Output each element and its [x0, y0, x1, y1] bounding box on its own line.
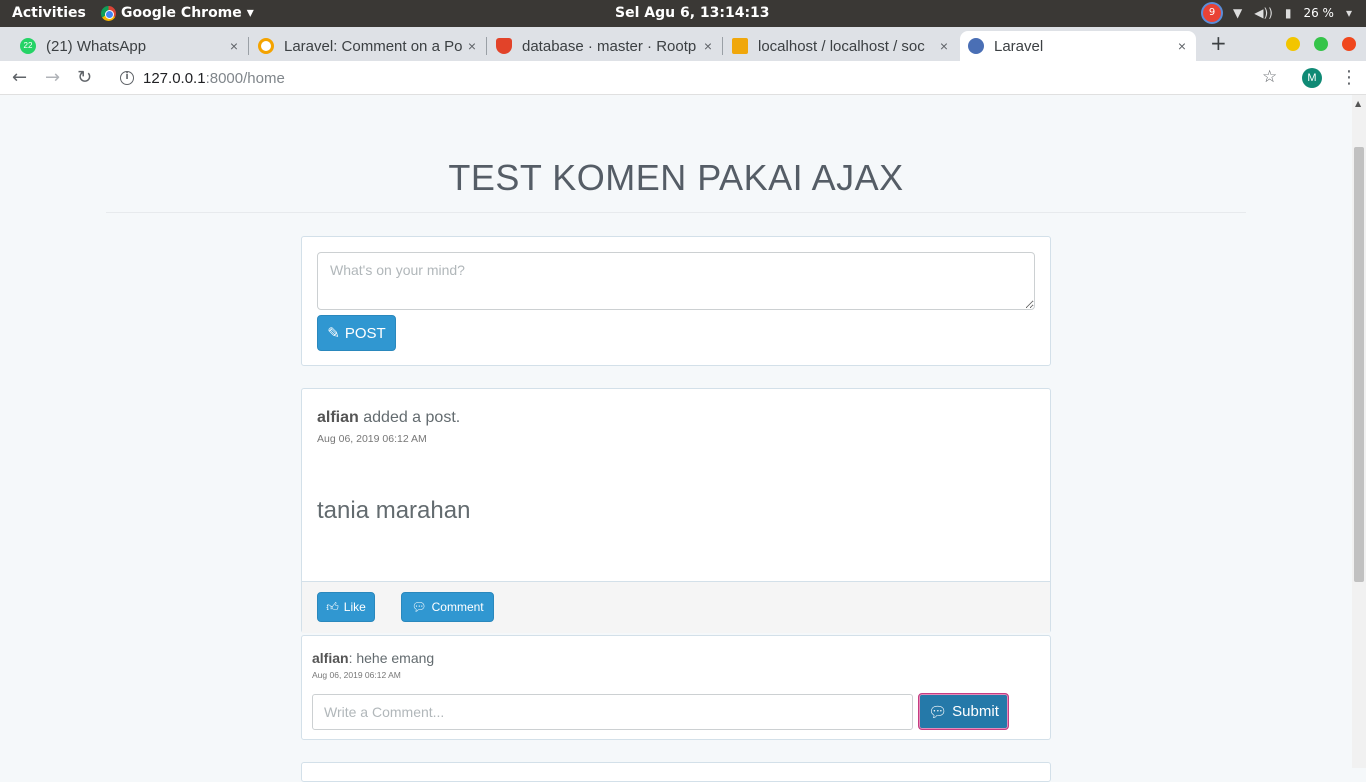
like-button[interactable]: 👍︎ Like [317, 592, 375, 622]
notification-badge[interactable]: 9 [1203, 4, 1222, 22]
activities-button[interactable]: Activities [12, 5, 86, 21]
chevron-down-icon: ▾ [1345, 6, 1352, 20]
whatsapp-icon: 22 [20, 38, 36, 54]
maximize-button[interactable] [1314, 37, 1328, 51]
post-author[interactable]: alfian [317, 409, 359, 426]
tab-title: (21) WhatsApp [46, 37, 147, 55]
tab-title: Laravel: Comment on a Po [284, 37, 463, 55]
post-body: tania marahan [317, 497, 471, 524]
page-title: TEST KOMEN PAKAI AJAX [448, 157, 904, 198]
browser-toolbar: ← → ↻ i 127.0.0.1 :8000/home ☆ M ⋮ [0, 61, 1366, 95]
comment-text: : hehe emang [348, 650, 435, 666]
tab-strip: 22 (21) WhatsApp × Laravel: Comment on a… [0, 27, 1366, 61]
laracasts-icon [258, 38, 274, 54]
tab-title: localhost / localhost / soc [758, 37, 925, 55]
bookmark-star-icon[interactable]: ☆ [1262, 67, 1277, 87]
new-tab-icon[interactable]: + [1210, 31, 1227, 55]
comment-timestamp: Aug 06, 2019 06:12 AM [312, 670, 401, 680]
tab-laracasts[interactable]: Laravel: Comment on a Po × [250, 31, 487, 61]
post-action: added a post. [358, 409, 461, 426]
post-timestamp: Aug 06, 2019 06:12 AM [317, 433, 427, 445]
post-button[interactable]: ✎ POST [317, 315, 396, 351]
comment-input[interactable] [312, 694, 913, 730]
post-card: alfian added a post. Aug 06, 2019 06:12 … [301, 388, 1051, 633]
system-tray[interactable]: 9 ▼ ◀)) ▮ 26 % ▾ [1203, 4, 1352, 22]
comment-bubble-icon: 💬︎ [928, 702, 948, 721]
gitlab-icon [496, 38, 512, 54]
url-host: 127.0.0.1 [143, 69, 206, 87]
address-bar[interactable]: i 127.0.0.1 :8000/home [108, 64, 1288, 92]
submit-button-label: Submit [952, 703, 999, 720]
next-post-card [301, 762, 1051, 782]
close-icon[interactable]: × [464, 38, 480, 54]
comments-icon: 💬︎ [411, 600, 427, 614]
chevron-down-icon: ▾ [246, 5, 254, 21]
battery-icon: ▮ [1284, 6, 1292, 20]
post-header: alfian added a post. [317, 409, 460, 427]
profile-avatar[interactable]: M [1302, 68, 1322, 88]
wifi-icon: ▼ [1233, 6, 1243, 20]
comment-panel: alfian: hehe emang Aug 06, 2019 06:12 AM… [301, 635, 1051, 740]
edit-icon: ✎ [327, 324, 340, 342]
forward-arrow-icon[interactable]: → [45, 67, 60, 88]
url-path: :8000/home [205, 69, 285, 87]
thumbs-up-icon: 👍︎ [326, 599, 339, 614]
app-menu-label: Google Chrome [121, 5, 242, 21]
minimize-button[interactable] [1286, 37, 1300, 51]
post-button-label: POST [344, 324, 386, 342]
scroll-up-icon[interactable]: ▲ [1355, 99, 1361, 108]
system-top-bar: Activities Google Chrome ▾ Sel Agu 6, 13… [0, 0, 1366, 27]
reload-icon[interactable]: ↻ [77, 67, 92, 88]
close-icon[interactable]: × [1174, 38, 1190, 54]
tab-laravel[interactable]: Laravel × [960, 31, 1196, 61]
tab-whatsapp[interactable]: 22 (21) WhatsApp × [12, 31, 249, 61]
chrome-icon [101, 5, 116, 21]
comment-button-label: Comment [431, 600, 484, 614]
tab-title: Laravel [994, 37, 1044, 55]
clock[interactable]: Sel Agu 6, 13:14:13 [615, 5, 770, 21]
close-window-button[interactable] [1342, 37, 1356, 51]
like-button-label: Like [343, 600, 366, 614]
user-avatar-icon [968, 38, 984, 54]
page-scrollbar[interactable]: ▲ [1352, 95, 1366, 768]
compose-panel: ✎ POST [301, 236, 1051, 366]
page-content: TEST KOMEN PAKAI AJAX ✎ POST alfian adde… [0, 95, 1352, 782]
scrollbar-thumb[interactable] [1354, 147, 1364, 582]
tab-phpmyadmin[interactable]: localhost / localhost / soc × [724, 31, 958, 61]
comment-item: alfian: hehe emang [312, 650, 434, 666]
battery-percentage: 26 % [1303, 6, 1334, 20]
menu-kebab-icon[interactable]: ⋮ [1340, 67, 1358, 88]
comment-author[interactable]: alfian [312, 650, 349, 666]
divider [106, 212, 1246, 213]
post-footer: 👍︎ Like 💬︎ Comment [302, 581, 1050, 633]
close-icon[interactable]: × [226, 38, 242, 54]
submit-button[interactable]: 💬︎ Submit [918, 693, 1009, 730]
tab-gitlab[interactable]: database · master · Rootp × [488, 31, 723, 61]
tab-title: database · master · Rootp [522, 37, 697, 55]
volume-icon: ◀)) [1254, 6, 1273, 20]
app-menu[interactable]: Google Chrome ▾ [101, 5, 254, 21]
info-icon[interactable]: i [120, 71, 134, 85]
close-icon[interactable]: × [936, 38, 952, 54]
post-textarea[interactable] [317, 252, 1035, 310]
comment-button[interactable]: 💬︎ Comment [401, 592, 494, 622]
back-arrow-icon[interactable]: ← [12, 67, 27, 88]
phpmyadmin-icon [732, 38, 748, 54]
close-icon[interactable]: × [700, 38, 716, 54]
